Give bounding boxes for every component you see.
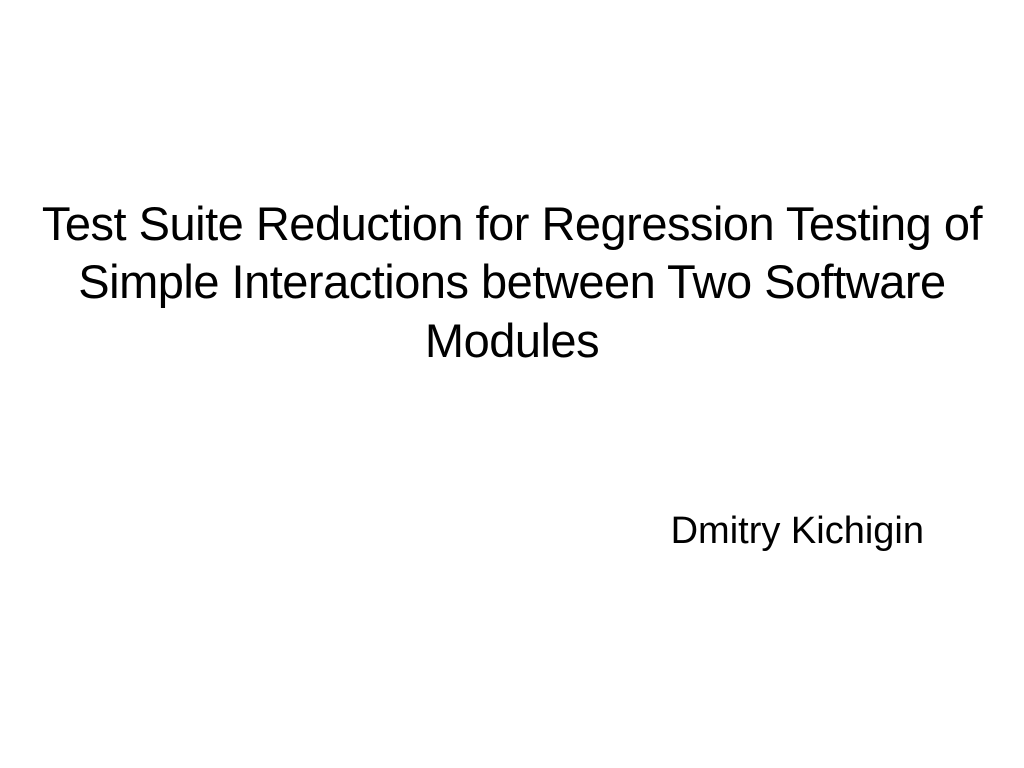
slide-title: Test Suite Reduction for Regression Test… [40, 195, 984, 370]
presentation-slide: Test Suite Reduction for Regression Test… [0, 0, 1024, 768]
slide-author: Dmitry Kichigin [40, 510, 984, 553]
